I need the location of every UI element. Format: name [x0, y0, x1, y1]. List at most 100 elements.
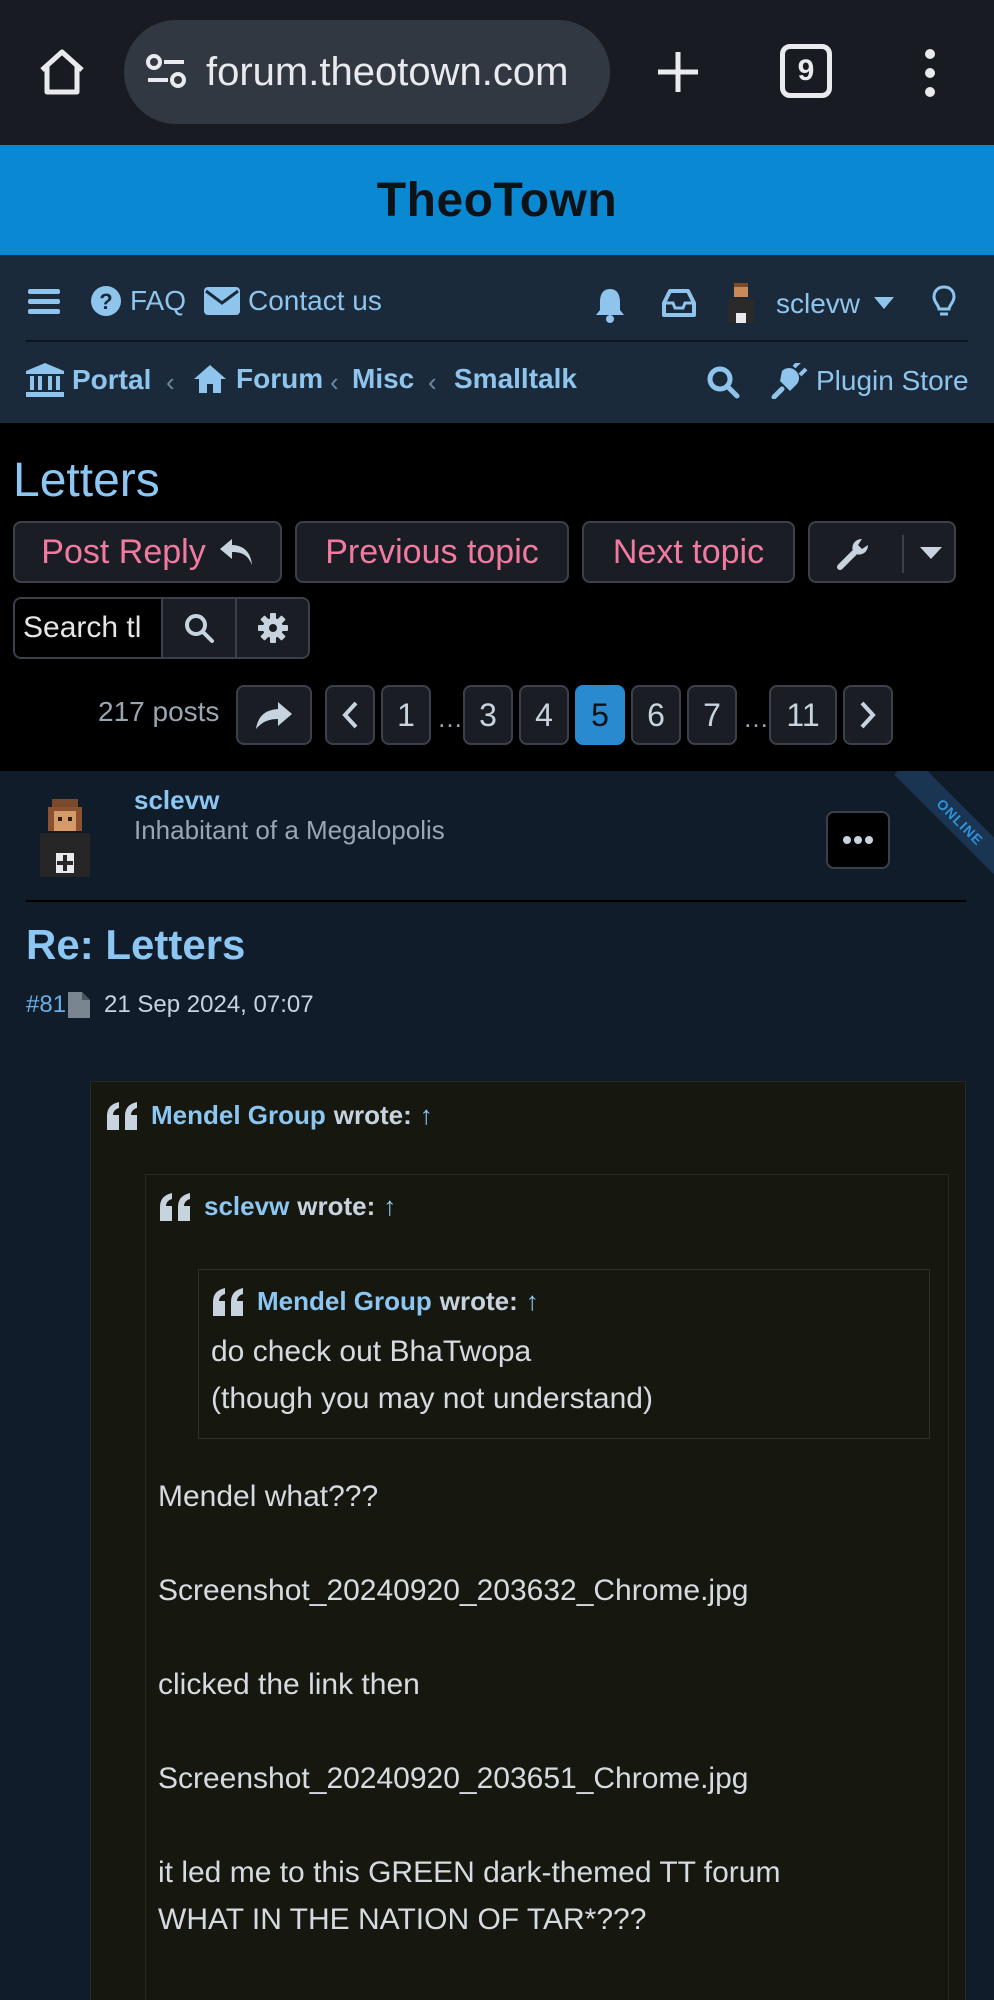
jump-to-page-button[interactable]: [236, 685, 312, 745]
hamburger-icon: [28, 289, 60, 314]
previous-page-button[interactable]: [325, 685, 375, 745]
avatar: [728, 283, 754, 323]
envelope-icon: [204, 287, 240, 315]
institution-icon: [26, 363, 64, 397]
more-options-icon[interactable]: [920, 48, 940, 98]
page-link[interactable]: 6: [631, 685, 681, 745]
username: sclevw: [776, 288, 861, 319]
post-author[interactable]: sclevw: [134, 785, 219, 816]
breadcrumb-separator: ‹: [428, 367, 437, 397]
share-arrow-icon: [256, 702, 292, 729]
navbar: ? FAQ Contact us sclevw Portal ‹ Forum ‹…: [0, 255, 994, 423]
topic-search: Search tl: [13, 597, 310, 659]
chevron-right-icon: [860, 701, 876, 729]
quote-text: clicked the link then: [158, 1668, 420, 1701]
author-rank: Inhabitant of a Megalopolis: [134, 815, 445, 845]
quote-wrote: wrote:: [439, 1286, 518, 1316]
breadcrumb-smalltalk[interactable]: Smalltalk: [454, 363, 577, 395]
address-bar[interactable]: forum.theotown.com: [124, 20, 610, 124]
ellipsis-icon: [843, 836, 873, 844]
quote-text: Mendel what???: [158, 1480, 379, 1513]
file-icon[interactable]: [68, 992, 91, 1018]
inbox-icon[interactable]: [662, 289, 696, 317]
site-settings-icon[interactable]: [144, 52, 188, 92]
page-link[interactable]: 4: [519, 685, 569, 745]
attachment-link[interactable]: Screenshot_20240920_203632_Chrome.jpg: [158, 1567, 748, 1614]
previous-topic-button[interactable]: Previous topic: [295, 521, 569, 583]
home-icon[interactable]: [36, 46, 88, 98]
site-header: TheoTown: [0, 145, 994, 255]
jump-to-quote-link[interactable]: ↑: [383, 1191, 396, 1222]
quote-icon: [213, 1287, 243, 1316]
post-divider: [26, 900, 966, 902]
post-number-link[interactable]: #81: [26, 991, 66, 1019]
blockquote: Mendel Group wrote: ↑ sclevw wrote: ↑ Me…: [90, 1081, 966, 2000]
wrench-icon: [837, 539, 868, 570]
search-icon: [185, 614, 214, 643]
url-text: forum.theotown.com: [206, 50, 569, 94]
breadcrumb-portal-label: Portal: [72, 364, 152, 395]
quote-author[interactable]: Mendel Group: [257, 1286, 432, 1317]
post-options-button[interactable]: [826, 811, 890, 869]
caret-down-icon: [920, 547, 942, 559]
breadcrumb-smalltalk-label: Smalltalk: [454, 363, 577, 394]
tab-switcher-button[interactable]: 9: [780, 44, 832, 98]
reply-icon: [219, 539, 252, 565]
page-link[interactable]: 11: [769, 685, 837, 745]
new-tab-icon[interactable]: [652, 46, 704, 98]
breadcrumb-portal[interactable]: Portal: [26, 363, 151, 397]
user-menu[interactable]: sclevw: [722, 279, 895, 329]
breadcrumb-misc[interactable]: Misc: [352, 363, 414, 395]
plugin-store-label: Plugin Store: [816, 365, 969, 396]
post-title[interactable]: Re: Letters: [26, 921, 245, 969]
breadcrumb-separator: ‹: [166, 367, 175, 397]
jump-to-quote-link[interactable]: ↑: [526, 1286, 539, 1317]
faq-link[interactable]: ? FAQ: [90, 285, 186, 317]
search-icon[interactable]: [706, 365, 740, 399]
search-input[interactable]: Search tl: [15, 599, 161, 657]
plug-icon: [771, 363, 808, 399]
page-link[interactable]: 7: [687, 685, 737, 745]
contact-label: Contact us: [248, 285, 382, 316]
next-topic-button[interactable]: Next topic: [582, 521, 795, 583]
tools-separator: [902, 535, 904, 573]
post-count: 217 posts: [98, 696, 220, 727]
browser-toolbar: forum.theotown.com 9: [0, 0, 994, 145]
avatar[interactable]: [30, 793, 100, 883]
notifications-icon[interactable]: [594, 287, 626, 323]
quote-author[interactable]: Mendel Group: [151, 1100, 326, 1131]
quote-citation: Mendel Group wrote: ↑: [211, 1286, 539, 1317]
current-page[interactable]: 5: [575, 685, 625, 745]
topic-tools-button[interactable]: [808, 521, 956, 583]
topic-title[interactable]: Letters: [13, 453, 160, 508]
faq-label: FAQ: [130, 285, 187, 316]
attachment-link[interactable]: Screenshot_20240920_203651_Chrome.jpg: [158, 1755, 748, 1802]
plugin-store-link[interactable]: Plugin Store: [770, 363, 969, 399]
jump-to-quote-link[interactable]: ↑: [420, 1100, 433, 1131]
quote-text: it led me to this GREEN dark-themed TT f…: [158, 1856, 781, 1889]
post-reply-button[interactable]: Post Reply: [13, 521, 282, 583]
menu-button[interactable]: [28, 287, 60, 317]
quote-wrote: wrote:: [333, 1100, 412, 1130]
post-date: 21 Sep 2024, 07:07: [104, 991, 314, 1018]
pagination-ellipsis: …: [437, 703, 463, 733]
page-link[interactable]: 3: [463, 685, 513, 745]
quote-citation: sclevw wrote: ↑: [158, 1191, 396, 1222]
blockquote: Mendel Group wrote: ↑ do check out BhaTw…: [198, 1269, 930, 1439]
quote-text: do check out BhaTwopa: [211, 1335, 532, 1368]
advanced-search-button[interactable]: [235, 599, 308, 657]
quote-text: (though you may not understand): [211, 1382, 653, 1415]
chevron-left-icon: [342, 701, 358, 729]
site-title[interactable]: TheoTown: [377, 173, 617, 228]
quote-author[interactable]: sclevw: [204, 1191, 289, 1222]
nav-divider: [26, 340, 968, 342]
breadcrumb-forum[interactable]: Forum: [192, 363, 323, 395]
blockquote: sclevw wrote: ↑ Mendel Group wrote: ↑ do…: [145, 1174, 949, 2000]
next-page-button[interactable]: [843, 685, 893, 745]
search-button[interactable]: [161, 599, 235, 657]
lightbulb-icon[interactable]: [932, 285, 956, 321]
post-meta: #81 21 Sep 2024, 07:07: [26, 991, 314, 1019]
post: ONLINE sclevw Inhabitant of a Megalopoli…: [0, 771, 994, 2000]
page-link[interactable]: 1: [381, 685, 431, 745]
contact-link[interactable]: Contact us: [204, 285, 382, 317]
